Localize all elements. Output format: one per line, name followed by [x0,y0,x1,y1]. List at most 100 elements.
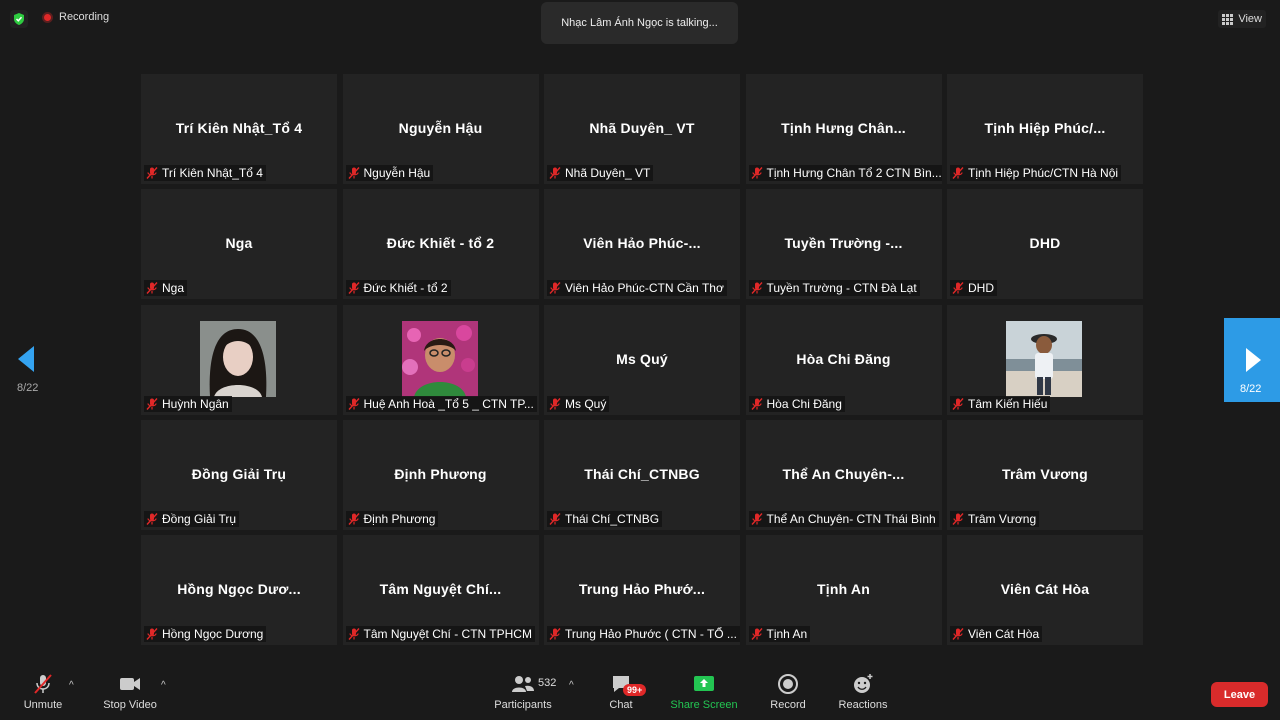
participant-name-label: Thái Chí_CTNBG [547,510,663,527]
participant-tile[interactable]: Tịnh An Tịnh An [745,535,942,645]
unmute-button[interactable]: Unmute [20,673,66,711]
participant-tile[interactable]: Viên Cát Hòa Viên Cát Hòa [947,535,1143,645]
participant-tile[interactable]: Hồng Ngọc Dươ... Hồng Ngọc Dương [141,535,337,645]
participant-tile[interactable]: Nguyễn Hậu Nguyễn Hậu [342,74,539,184]
security-shield-icon[interactable] [10,10,28,28]
participant-tile[interactable]: Hòa Chi Đăng Hòa Chi Đăng [745,304,942,415]
participant-label-text: Thể An Chuyên- CTN Thái Bình [766,511,936,526]
participant-tile[interactable]: Huỳnh Ngân [141,304,337,415]
participant-label-text: Tâm Nguyệt Chí - CTN TPHCM [363,627,532,641]
mic-muted-icon [347,512,361,526]
participant-name-label: Đức Khiết - tổ 2 [345,280,451,297]
participant-tile[interactable]: Định Phương Định Phương [342,419,539,530]
recording-indicator[interactable]: Recording [42,11,109,23]
participant-display-name: Viên Cát Hòa [1000,581,1090,597]
participant-tile[interactable]: Tâm Nguyệt Chí... Tâm Nguyệt Chí - CTN TP… [342,535,539,645]
participant-display-name: DHD [1029,235,1061,252]
chat-button[interactable]: Chat 99+ [604,673,647,711]
next-page-button[interactable]: 8/22 [1224,318,1280,402]
participant-label-text: Nhã Duyên_ VT [565,166,651,180]
stop-video-button[interactable]: Stop Video [100,673,160,711]
participant-tile[interactable]: Tịnh Hưng Chân... Tịnh Hưng Chân Tổ 2 CTN… [745,74,942,184]
participants-options-caret[interactable]: ^ [569,680,574,691]
participant-photo [200,320,276,397]
participant-name-label: Định Phương [345,510,439,527]
mic-muted-icon [750,397,764,411]
participant-label-text: Tịnh An [766,627,808,641]
participant-display-name: Tuyền Trường -... [784,235,903,252]
audio-options-caret[interactable]: ^ [69,680,74,691]
mic-muted-icon [145,281,159,295]
active-speaker-banner: Nhạc Lâm Ánh Ngọc is talking... [541,2,738,44]
video-gallery: Trí Kiên Nhật_Tổ 4 Trí Kiên Nhật_Tổ 4 Nguy… [141,74,1143,645]
mic-muted-icon [347,166,361,180]
participants-count: 532 [538,677,557,689]
participant-tile[interactable]: Tuyền Trường -... Tuyền Trường - CTN Đà L… [745,189,942,300]
participant-tile[interactable]: Ms Quý Ms Quý [544,304,740,415]
meeting-toolbar: Unmute ^ Stop Video ^ Participants 532 ^… [0,660,1280,720]
mic-muted-icon [548,512,562,526]
participant-name-label: Tịnh An [748,626,811,642]
mic-muted-icon [750,281,764,295]
arrow-left-icon [18,346,34,372]
participant-label-text: Trí Kiên Nhật_Tổ 4 [162,166,263,180]
participant-name-label: Viên Hảo Phúc-CTN Cần Thơ [547,280,727,297]
participant-name-label: Nguyễn Hậu [345,165,434,181]
participant-display-name: Định Phương [394,465,487,482]
participant-tile[interactable]: DHD DHD [947,189,1143,300]
participant-tile[interactable]: Đồng Giải Trụ Đồng Giải Trụ [141,419,337,530]
grid-view-icon [1222,13,1234,25]
record-icon [778,674,798,694]
participant-tile[interactable]: Nhã Duyên_ VT Nhã Duyên_ VT [544,74,740,184]
participant-name-label: Đồng Giải Trụ [144,510,240,527]
participant-name-label: Tịnh Hưng Chân Tổ 2 CTN Bìn... [748,165,942,181]
participant-tile[interactable]: Nga Nga [141,189,337,300]
mic-muted-icon [951,397,965,411]
stop-video-label: Stop Video [103,699,157,711]
video-camera-icon [120,678,140,690]
mic-muted-icon [750,166,764,180]
reactions-button[interactable]: Reactions [836,673,890,711]
participant-label-text: Tịnh Hiệp Phúc/CTN Hà Nội [968,166,1119,180]
mic-muted-icon [951,627,965,641]
participant-display-name: Thể An Chuyên-... [782,465,905,482]
participant-display-name: Ms Quý [616,350,668,367]
view-button[interactable]: View [1218,10,1266,28]
participant-tile[interactable]: Trung Hảo Phướ... Trung Hảo Phước ( CTN -… [544,535,740,645]
participant-tile[interactable]: Trâm Vương Trâm Vương [947,419,1143,530]
participant-display-name: Tịnh Hiệp Phúc/... [984,120,1106,136]
chat-label: Chat [609,699,633,711]
mic-muted-icon [347,281,361,295]
participant-tile[interactable]: Thể An Chuyên-... Thể An Chuyên- CTN Thái… [745,419,942,530]
participant-label-text: Ms Quý [565,396,607,411]
share-screen-button[interactable]: Share Screen [668,673,740,711]
mic-muted-icon [951,166,965,180]
participant-name-label: Trung Hảo Phước ( CTN - TỔ ... [547,626,740,642]
previous-page-button[interactable]: 8/22 [0,330,56,400]
participant-display-name: Tâm Nguyệt Chí... [379,581,502,597]
participant-label-text: Trung Hảo Phước ( CTN - TỔ ... [565,627,737,641]
participant-tile[interactable]: Trí Kiên Nhật_Tổ 4 Trí Kiên Nhật_Tổ 4 [141,74,337,184]
participant-tile[interactable]: Đức Khiết - tổ 2 Đức Khiết - tổ 2 [342,189,539,300]
record-button[interactable]: Record [767,673,809,711]
participant-tile[interactable]: Huệ Anh Hoà _Tổ 5 _ CTN TP... [342,304,539,415]
participant-name-label: DHD [950,280,997,297]
participant-label-text: Định Phương [363,511,436,526]
participant-display-name: Viên Hảo Phúc-... [583,235,701,252]
arrow-right-icon [1246,348,1261,372]
participant-label-text: Tịnh Hưng Chân Tổ 2 CTN Bìn... [766,166,942,180]
participant-photo [401,320,478,397]
participants-label: Participants [494,699,552,711]
mic-muted-icon [548,166,562,180]
participant-tile[interactable]: Tâm Kiến Hiếu [947,304,1143,415]
participant-tile[interactable]: Tịnh Hiệp Phúc/... Tịnh Hiệp Phúc/CTN Hà … [947,74,1143,184]
participant-display-name: Trí Kiên Nhật_Tổ 4 [175,120,303,136]
leave-button[interactable]: Leave [1211,682,1268,707]
mic-muted-icon [34,674,52,694]
participant-tile[interactable]: Thái Chí_CTNBG Thái Chí_CTNBG [544,419,740,530]
video-options-caret[interactable]: ^ [161,680,166,691]
participant-name-label: Huệ Anh Hoà _Tổ 5 _ CTN TP... [345,395,537,412]
recording-dot-icon [42,11,53,23]
participant-tile[interactable]: Viên Hảo Phúc-... Viên Hảo Phúc-CTN Cần T… [544,189,740,300]
participant-name-label: Nga [144,280,188,297]
